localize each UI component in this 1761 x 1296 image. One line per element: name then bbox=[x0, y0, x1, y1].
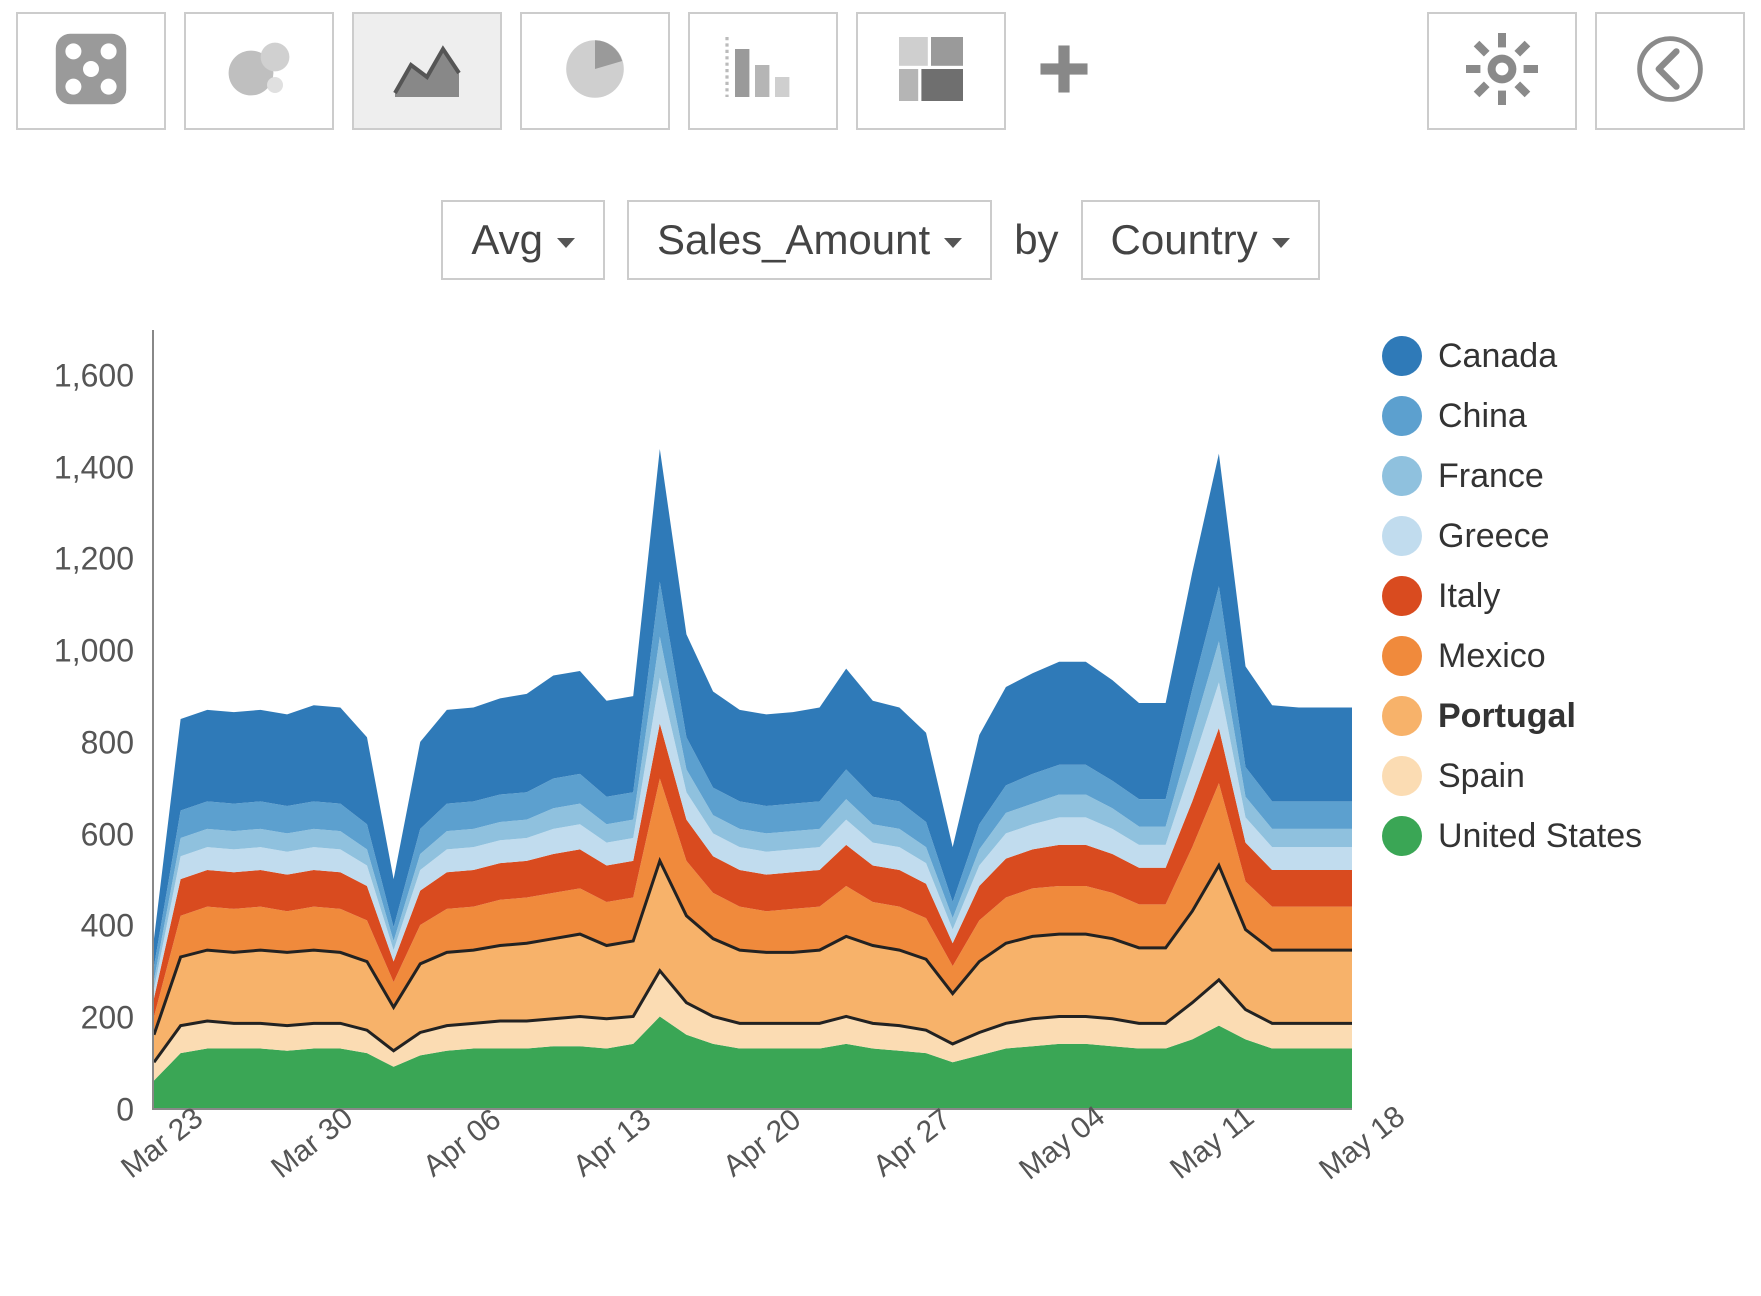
measure-value: Sales_Amount bbox=[657, 216, 930, 264]
gear-icon bbox=[1462, 29, 1542, 114]
legend-swatch bbox=[1382, 816, 1422, 856]
y-tick-label: 1,000 bbox=[54, 633, 134, 670]
pie-chart-icon bbox=[555, 29, 635, 114]
legend-swatch bbox=[1382, 636, 1422, 676]
legend: Canada China France Greece Italy Mexico Portug… bbox=[1382, 336, 1642, 876]
legend-label: China bbox=[1438, 397, 1527, 436]
area-chart-icon bbox=[387, 29, 467, 114]
legend-label: Greece bbox=[1438, 517, 1550, 556]
x-tick-label: Mar 30 bbox=[265, 1101, 360, 1185]
y-tick-label: 1,600 bbox=[54, 357, 134, 394]
x-tick-label: Apr 20 bbox=[717, 1103, 808, 1184]
y-tick-label: 0 bbox=[116, 1092, 134, 1129]
legend-item-spain[interactable]: Spain bbox=[1382, 756, 1642, 796]
bar-chart-icon bbox=[719, 29, 807, 114]
y-tick-label: 800 bbox=[81, 724, 134, 761]
chevron-down-icon bbox=[1272, 238, 1290, 248]
legend-item-france[interactable]: France bbox=[1382, 456, 1642, 496]
legend-label: Canada bbox=[1438, 337, 1557, 376]
add-visualization-button[interactable] bbox=[1024, 12, 1104, 130]
legend-label: Portugal bbox=[1438, 697, 1576, 736]
legend-item-portugal[interactable]: Portugal bbox=[1382, 696, 1642, 736]
x-tick-label: May 04 bbox=[1013, 1100, 1111, 1187]
legend-item-united-states[interactable]: United States bbox=[1382, 816, 1642, 856]
y-axis: 02004006008001,0001,2001,4001,600 bbox=[12, 330, 142, 1110]
legend-item-mexico[interactable]: Mexico bbox=[1382, 636, 1642, 676]
legend-swatch bbox=[1382, 516, 1422, 556]
legend-swatch bbox=[1382, 336, 1422, 376]
bubble-icon bbox=[219, 29, 299, 114]
dice-icon bbox=[51, 29, 131, 114]
aggregation-dropdown[interactable]: Avg bbox=[441, 200, 605, 280]
settings-button[interactable] bbox=[1427, 12, 1577, 130]
plus-icon bbox=[1036, 41, 1092, 102]
back-button[interactable] bbox=[1595, 12, 1745, 130]
legend-label: United States bbox=[1438, 817, 1642, 856]
by-label: by bbox=[1014, 216, 1058, 264]
legend-item-greece[interactable]: Greece bbox=[1382, 516, 1642, 556]
dice-chart-button[interactable] bbox=[16, 12, 166, 130]
y-tick-label: 1,400 bbox=[54, 449, 134, 486]
legend-swatch bbox=[1382, 756, 1422, 796]
x-tick-label: Apr 27 bbox=[867, 1103, 958, 1184]
legend-label: France bbox=[1438, 457, 1544, 496]
arrow-left-icon bbox=[1630, 29, 1710, 114]
toolbar bbox=[12, 12, 1749, 130]
legend-item-italy[interactable]: Italy bbox=[1382, 576, 1642, 616]
y-tick-label: 600 bbox=[81, 816, 134, 853]
y-tick-label: 1,200 bbox=[54, 541, 134, 578]
legend-swatch bbox=[1382, 696, 1422, 736]
x-tick-label: Apr 06 bbox=[417, 1103, 508, 1184]
x-axis: Mar 23Mar 30Apr 06Apr 13Apr 20Apr 27May … bbox=[152, 1120, 1352, 1240]
legend-swatch bbox=[1382, 456, 1422, 496]
x-tick-label: Apr 13 bbox=[567, 1103, 658, 1184]
aggregation-value: Avg bbox=[471, 216, 543, 264]
legend-swatch bbox=[1382, 576, 1422, 616]
legend-swatch bbox=[1382, 396, 1422, 436]
chevron-down-icon bbox=[557, 238, 575, 248]
pie-chart-button[interactable] bbox=[520, 12, 670, 130]
bar-chart-button[interactable] bbox=[688, 12, 838, 130]
area-chart-button[interactable] bbox=[352, 12, 502, 130]
stacked-area-plot[interactable] bbox=[152, 330, 1352, 1110]
legend-label: Mexico bbox=[1438, 637, 1546, 676]
dimension-value: Country bbox=[1111, 216, 1258, 264]
heatmap-chart-icon bbox=[891, 29, 971, 114]
chevron-down-icon bbox=[944, 238, 962, 248]
measure-dropdown[interactable]: Sales_Amount bbox=[627, 200, 992, 280]
query-bar: Avg Sales_Amount by Country bbox=[12, 200, 1749, 280]
chart-area: 02004006008001,0001,2001,4001,600 Mar 23… bbox=[12, 330, 1372, 1230]
x-tick-label: May 18 bbox=[1313, 1100, 1411, 1187]
heatmap-chart-button[interactable] bbox=[856, 12, 1006, 130]
x-tick-label: May 11 bbox=[1164, 1100, 1261, 1186]
y-tick-label: 200 bbox=[81, 1000, 134, 1037]
y-tick-label: 400 bbox=[81, 908, 134, 945]
bubble-chart-button[interactable] bbox=[184, 12, 334, 130]
dimension-dropdown[interactable]: Country bbox=[1081, 200, 1320, 280]
legend-item-china[interactable]: China bbox=[1382, 396, 1642, 436]
legend-item-canada[interactable]: Canada bbox=[1382, 336, 1642, 376]
legend-label: Italy bbox=[1438, 577, 1500, 616]
legend-label: Spain bbox=[1438, 757, 1525, 796]
